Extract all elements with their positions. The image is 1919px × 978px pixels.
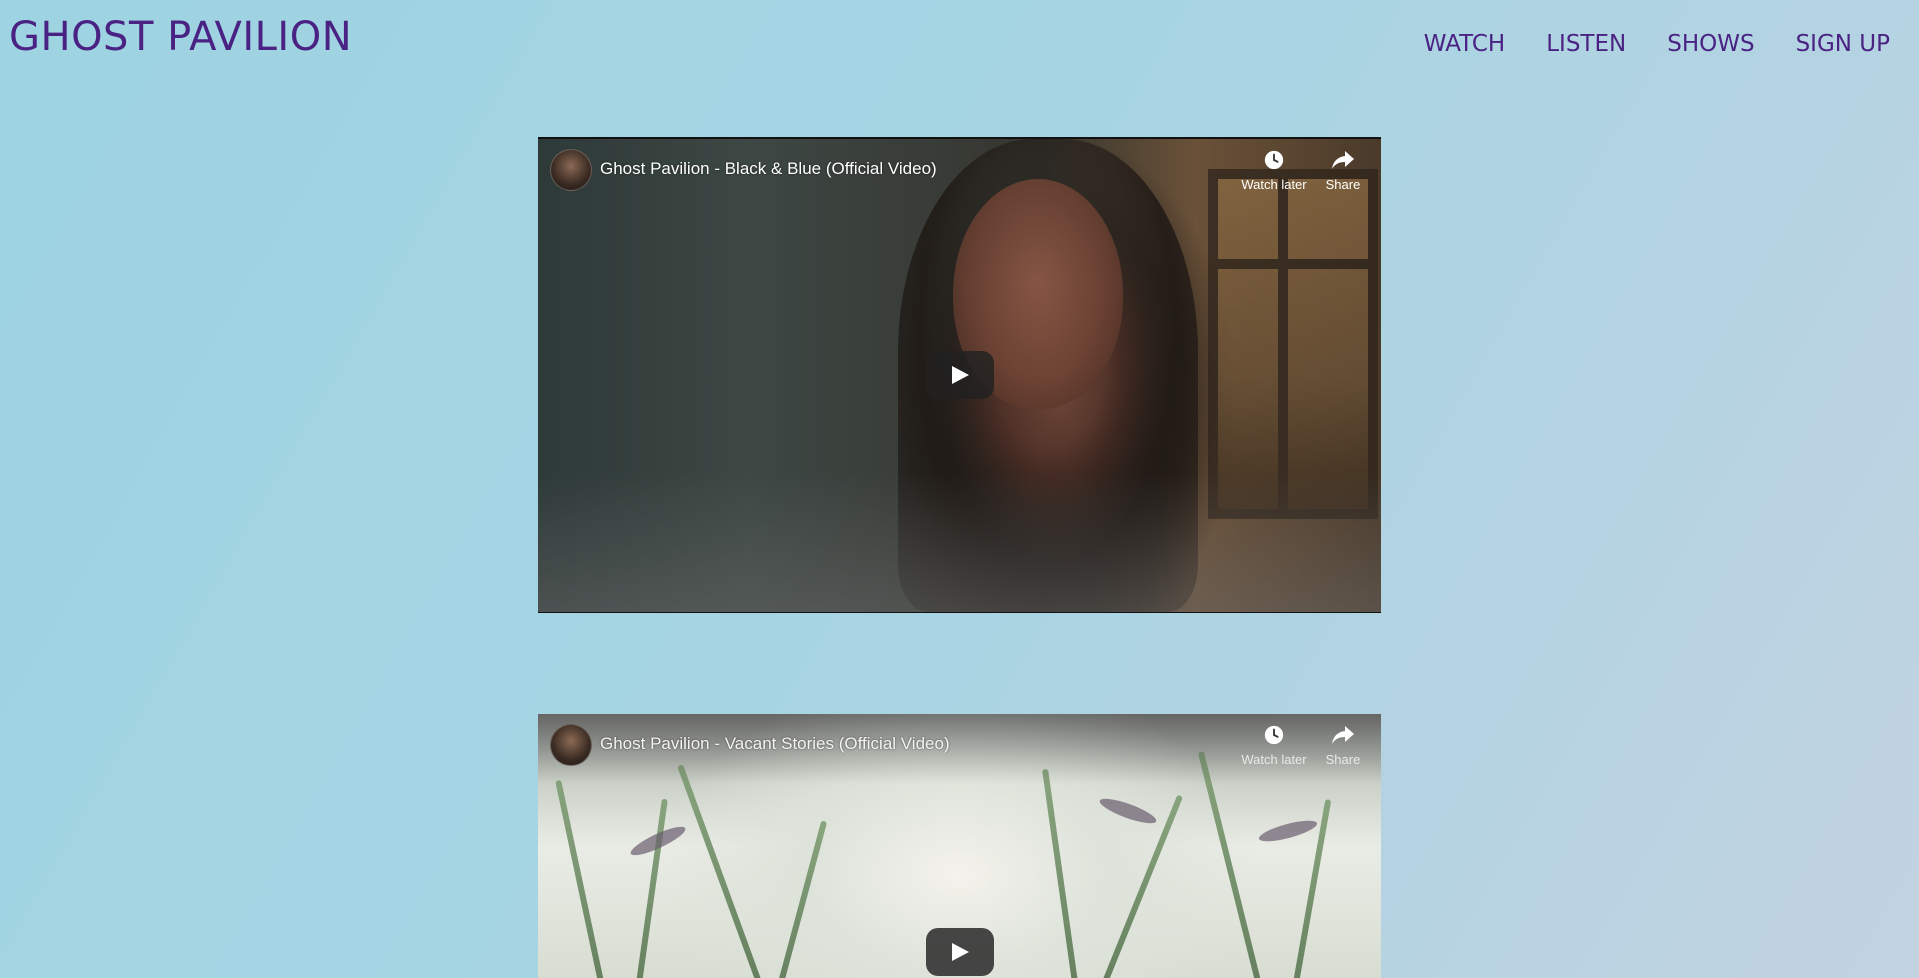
- watch-later-label: Watch later: [1241, 752, 1307, 767]
- clock-icon: [1264, 725, 1284, 745]
- nav-item-sign-up[interactable]: SIGN UP: [1796, 31, 1890, 57]
- site-header: GHOST PAVILION WATCH LISTEN SHOWS SIGN U…: [0, 0, 1919, 80]
- play-button[interactable]: [926, 928, 994, 976]
- channel-avatar[interactable]: [550, 149, 592, 191]
- main-nav: WATCH LISTEN SHOWS SIGN UP: [1424, 31, 1890, 57]
- video-thumbnail-reed: [1042, 768, 1080, 978]
- nav-item-listen[interactable]: LISTEN: [1546, 31, 1626, 57]
- watch-later-button[interactable]: Watch later: [1234, 724, 1314, 767]
- video-thumbnail-reed: [634, 798, 668, 978]
- share-arrow-icon: [1332, 151, 1354, 169]
- nav-item-shows[interactable]: SHOWS: [1667, 31, 1754, 57]
- share-arrow-icon: [1332, 726, 1354, 744]
- play-button[interactable]: [926, 351, 994, 399]
- share-button[interactable]: Share: [1316, 724, 1370, 767]
- video-topbar: Ghost Pavilion - Black & Blue (Official …: [538, 139, 1381, 209]
- video-thumbnail-reed: [774, 820, 828, 978]
- clock-icon: [1264, 150, 1284, 170]
- site-title-link[interactable]: GHOST PAVILION: [9, 14, 352, 60]
- video-title[interactable]: Ghost Pavilion - Vacant Stories (Officia…: [600, 734, 950, 754]
- watch-later-button[interactable]: Watch later: [1234, 149, 1314, 192]
- video-thumbnail-reed: [677, 764, 765, 978]
- video-topbar: Ghost Pavilion - Vacant Stories (Officia…: [538, 714, 1381, 784]
- share-label: Share: [1325, 752, 1361, 767]
- watch-later-label: Watch later: [1241, 177, 1307, 192]
- video-player-1[interactable]: Ghost Pavilion - Black & Blue (Official …: [538, 137, 1381, 613]
- video-thumbnail-reed: [555, 779, 607, 978]
- video-thumbnail-reed-head: [1257, 816, 1319, 846]
- share-button[interactable]: Share: [1316, 149, 1370, 192]
- share-label: Share: [1325, 177, 1361, 192]
- channel-avatar[interactable]: [550, 724, 592, 766]
- video-title[interactable]: Ghost Pavilion - Black & Blue (Official …: [600, 159, 937, 179]
- video-player-2[interactable]: Ghost Pavilion - Vacant Stories (Officia…: [538, 714, 1381, 978]
- play-icon: [952, 366, 969, 384]
- video-thumbnail-window: [1208, 169, 1378, 519]
- nav-item-watch[interactable]: WATCH: [1424, 31, 1506, 57]
- play-icon: [952, 943, 969, 961]
- video-thumbnail-reed: [1197, 750, 1265, 978]
- video-thumbnail-reed-head: [1097, 794, 1159, 828]
